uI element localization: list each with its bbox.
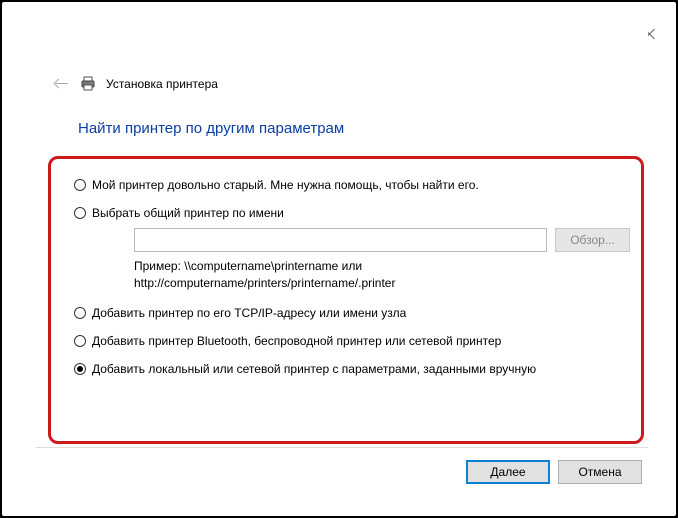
example-line-2: http://computername/printers/printername… <box>134 275 630 292</box>
option-label: Выбрать общий принтер по имени <box>92 206 284 220</box>
dialog: Установка принтера Найти принтер по друг… <box>36 24 648 494</box>
radio-icon[interactable] <box>74 207 86 219</box>
printer-name-input[interactable] <box>134 228 547 252</box>
options-group: Мой принтер довольно старый. Мне нужна п… <box>74 178 630 390</box>
window-frame: Установка принтера Найти принтер по друг… <box>2 2 676 516</box>
heading: Найти принтер по другим параметрам <box>78 120 344 137</box>
option-label: Мой принтер довольно старый. Мне нужна п… <box>92 178 479 192</box>
radio-icon[interactable] <box>74 363 86 375</box>
option-local-manual[interactable]: Добавить локальный или сетевой принтер с… <box>74 362 630 376</box>
cancel-button[interactable]: Отмена <box>558 460 642 484</box>
back-arrow-icon[interactable] <box>54 78 70 90</box>
radio-icon[interactable] <box>74 307 86 319</box>
option-label: Добавить локальный или сетевой принтер с… <box>92 362 536 376</box>
footer: Далее Отмена <box>466 460 642 484</box>
radio-icon[interactable] <box>74 179 86 191</box>
example-line-1: Пример: \\computername\printername или <box>134 258 630 275</box>
printer-icon <box>80 76 96 92</box>
header: Установка принтера <box>54 76 218 92</box>
browse-button: Обзор... <box>555 228 630 252</box>
example-text: Пример: \\computername\printername или h… <box>134 258 630 292</box>
radio-icon[interactable] <box>74 335 86 347</box>
page-title: Установка принтера <box>106 77 218 91</box>
option-bluetooth[interactable]: Добавить принтер Bluetooth, беспроводной… <box>74 334 630 348</box>
option-shared-by-name[interactable]: Выбрать общий принтер по имени <box>74 206 630 220</box>
separator <box>36 447 648 448</box>
option-label: Добавить принтер по его TCP/IP-адресу ил… <box>92 306 406 320</box>
shared-name-row: Обзор... <box>134 228 630 252</box>
option-old-printer[interactable]: Мой принтер довольно старый. Мне нужна п… <box>74 178 630 192</box>
option-tcpip[interactable]: Добавить принтер по его TCP/IP-адресу ил… <box>74 306 630 320</box>
option-label: Добавить принтер Bluetooth, беспроводной… <box>92 334 501 348</box>
next-button[interactable]: Далее <box>466 460 550 484</box>
